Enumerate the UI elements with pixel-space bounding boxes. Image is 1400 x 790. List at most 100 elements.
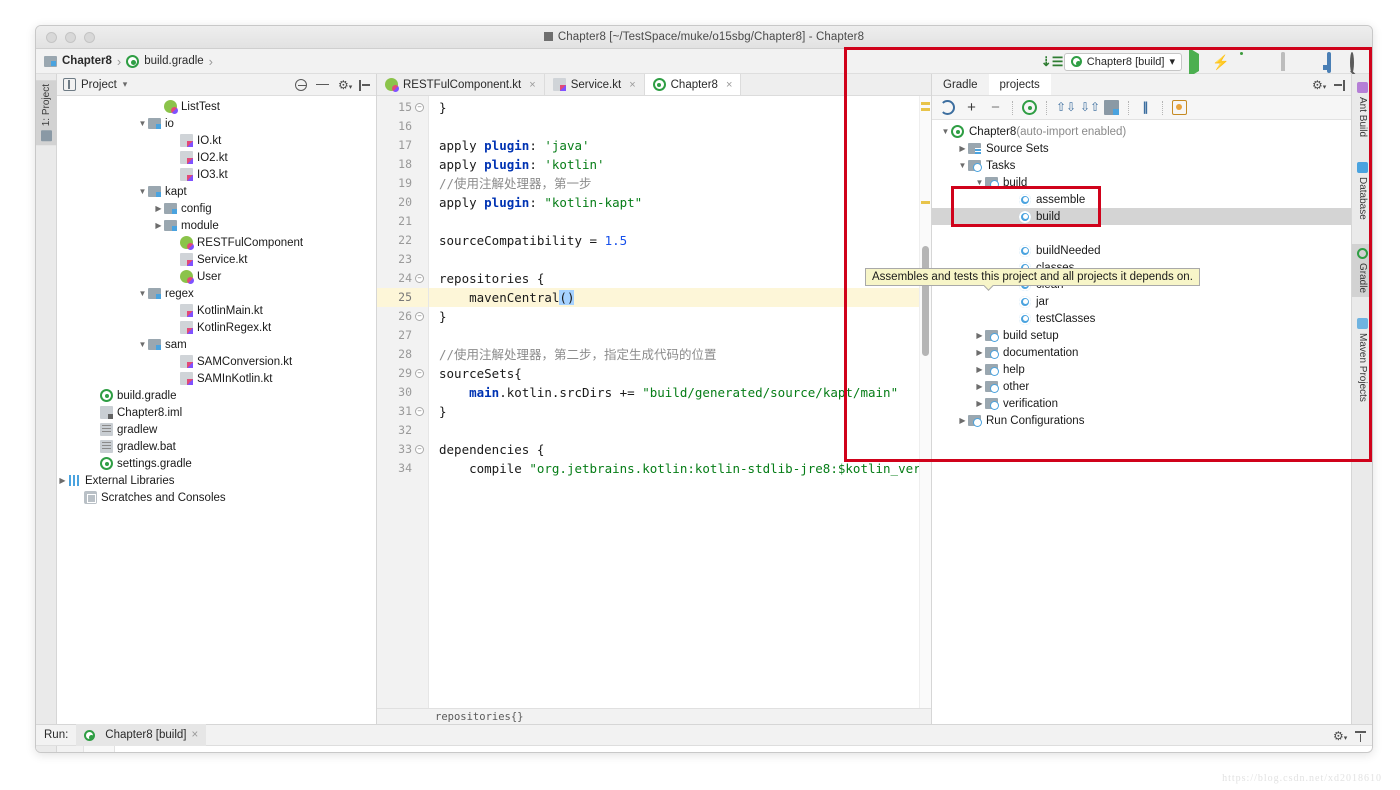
gutter-line-number[interactable]: 34 — [377, 459, 428, 478]
tree-item-module[interactable]: ▶ module — [57, 217, 376, 234]
collapse-all-icon[interactable] — [295, 79, 307, 91]
tree-item-listtest[interactable]: ListTest — [57, 98, 376, 115]
tree-item-io[interactable]: ▼ io — [57, 115, 376, 132]
gutter-line-number[interactable]: 27 — [377, 326, 428, 345]
tree-item-kotlinmain-kt[interactable]: KotlinMain.kt — [57, 302, 376, 319]
code-line[interactable]: apply plugin: 'java' — [429, 136, 919, 155]
editor-tab-service-kt[interactable]: Service.kt × — [544, 74, 645, 95]
gradle-tree-item-build[interactable]: build — [932, 208, 1351, 225]
fold-toggle-icon[interactable]: − — [415, 274, 424, 283]
fold-toggle-icon[interactable]: − — [415, 312, 424, 321]
gutter-line-number[interactable]: 28 — [377, 345, 428, 364]
tree-item-gradlew-bat[interactable]: gradlew.bat — [57, 438, 376, 455]
editor-scrollbar-thumb[interactable] — [922, 246, 929, 356]
settings-gear-icon[interactable]: ⚙▾ — [338, 79, 352, 91]
coverage-icon[interactable] — [1258, 54, 1274, 70]
code-line[interactable] — [429, 117, 919, 136]
gutter-line-number[interactable]: 33− — [377, 440, 428, 459]
code-line[interactable]: } — [429, 307, 919, 326]
sidebar-item-structure[interactable]: 7: Structure — [36, 752, 57, 753]
code-line[interactable]: sourceSets{ — [429, 364, 919, 383]
tree-item-settings-gradle[interactable]: settings.gradle — [57, 455, 376, 472]
gutter-line-number[interactable]: 24− — [377, 269, 428, 288]
expand-arrow-icon[interactable]: ▶ — [974, 399, 985, 408]
gradle-tree-item-run-configurations[interactable]: ▶ Run Configurations — [932, 412, 1351, 429]
execute-task-icon[interactable] — [1172, 100, 1187, 115]
breadcrumb-project[interactable]: Chapter8 — [62, 55, 112, 67]
remove-icon[interactable]: − — [988, 100, 1003, 115]
code-line[interactable]: compile "org.jetbrains.kotlin:kotlin-std… — [429, 459, 919, 478]
search-icon[interactable] — [1350, 51, 1366, 73]
fold-toggle-icon[interactable]: − — [415, 103, 424, 112]
close-icon[interactable]: × — [529, 79, 535, 91]
expand-arrow-icon[interactable]: ▶ — [974, 382, 985, 391]
expand-arrow-icon[interactable]: ▶ — [957, 416, 968, 425]
fold-toggle-icon[interactable]: − — [415, 407, 424, 416]
collapse-arrow-icon[interactable]: ▼ — [137, 340, 148, 349]
code-line[interactable]: dependencies { — [429, 440, 919, 459]
collapse-arrow-icon[interactable]: ▼ — [957, 161, 968, 170]
rerun-icon[interactable] — [62, 752, 79, 753]
editor-tab-restfulcomponent-kt[interactable]: RESTFulComponent.kt × — [377, 74, 545, 95]
tree-item-io-kt[interactable]: IO.kt — [57, 132, 376, 149]
sidebar-item-database[interactable]: Database — [1352, 158, 1372, 224]
gradle-tree-item-jar[interactable]: jar — [932, 293, 1351, 310]
layout-icon[interactable] — [1327, 51, 1343, 73]
chevron-down-icon[interactable]: ▾ — [123, 79, 128, 90]
gradle-tree[interactable]: ▼ Chapter8 (auto-import enabled) ▶ Source S… — [932, 120, 1351, 724]
code-line[interactable]: main.kotlin.srcDirs += "build/generated/… — [429, 383, 919, 402]
gradle-tree-item-other[interactable]: ▶ other — [932, 378, 1351, 395]
tree-item-io3-kt[interactable]: IO3.kt — [57, 166, 376, 183]
gutter-line-number[interactable]: 21 — [377, 212, 428, 231]
code-line[interactable]: apply plugin: "kotlin-kapt" — [429, 193, 919, 212]
code-line[interactable]: repositories { — [429, 269, 919, 288]
attach-icon[interactable] — [1022, 100, 1037, 115]
close-icon[interactable]: × — [726, 79, 732, 91]
run-icon[interactable] — [1189, 47, 1205, 77]
tree-item-samconversion-kt[interactable]: SAMConversion.kt — [57, 353, 376, 370]
tab-projects[interactable]: projects — [988, 74, 1051, 95]
tree-item-scratches-and-consoles[interactable]: Scratches and Consoles — [57, 489, 376, 506]
close-icon[interactable]: × — [192, 729, 199, 741]
gradle-tree-item-help[interactable]: ▶ help — [932, 361, 1351, 378]
gutter-line-number[interactable]: 29− — [377, 364, 428, 383]
expand-arrow-icon[interactable]: ▶ — [974, 348, 985, 357]
code-line[interactable] — [429, 212, 919, 231]
gradle-tree-item-verification[interactable]: ▶ verification — [932, 395, 1351, 412]
gradle-tree-item-assemble[interactable]: assemble — [932, 191, 1351, 208]
stop-icon[interactable] — [1304, 54, 1320, 70]
collapse-arrow-icon[interactable]: ▼ — [974, 178, 985, 187]
run-tab-chapter8-build[interactable]: Chapter8 [build] × — [76, 724, 207, 746]
hide-icon[interactable] — [359, 79, 370, 91]
gutter-line-number[interactable]: 15− — [377, 98, 428, 117]
expand-all-icon[interactable]: ⇧⇩ — [1056, 100, 1076, 115]
collapse-arrow-icon[interactable]: ▼ — [137, 187, 148, 196]
tree-item-chapter8-iml[interactable]: Chapter8.iml — [57, 404, 376, 421]
gradle-tree-item-chapter8[interactable]: ▼ Chapter8 (auto-import enabled) — [932, 123, 1351, 140]
gutter-line-number[interactable]: 17 — [377, 136, 428, 155]
console-output[interactable]: :testClasses UP-TO-DATE:test UP-TO-DATE:… — [115, 746, 1372, 752]
tree-item-regex[interactable]: ▼ regex — [57, 285, 376, 302]
bolt-icon[interactable]: ⚡ — [1212, 54, 1229, 70]
close-icon[interactable]: × — [629, 79, 635, 91]
collapse-all-icon[interactable]: ⇩⇧ — [1080, 100, 1100, 115]
gutter-line-number[interactable]: 32 — [377, 421, 428, 440]
code-line[interactable]: mavenCentral() — [429, 288, 919, 307]
gutter-line-number[interactable]: 16 — [377, 117, 428, 136]
show-modules-icon[interactable] — [1104, 100, 1119, 115]
editor-tab-bar[interactable]: RESTFulComponent.kt × Service.kt × Chapter8 × — [377, 74, 931, 96]
gutter-line-number[interactable]: 19 — [377, 174, 428, 193]
tree-item-io2-kt[interactable]: IO2.kt — [57, 149, 376, 166]
tree-item-external-libraries[interactable]: ▶ External Libraries — [57, 472, 376, 489]
gradle-tree-item-source-sets[interactable]: ▶ Source Sets — [932, 140, 1351, 157]
expand-arrow-icon[interactable]: ▶ — [57, 476, 68, 485]
editor-gutter[interactable]: 15−16 17 18 19 20 21 22 23 24−25 26−27 28 29−30 31−3… — [377, 96, 429, 708]
tree-item-user[interactable]: User — [57, 268, 376, 285]
expand-arrow-icon[interactable]: ▶ — [153, 221, 164, 230]
gradle-tree-item-build[interactable]: ▼ build — [932, 174, 1351, 191]
code-line[interactable]: } — [429, 402, 919, 421]
collapse-arrow-icon[interactable]: ▼ — [137, 119, 148, 128]
scroll-up-icon[interactable]: ⇧ — [91, 752, 108, 753]
expand-arrow-icon[interactable]: ▶ — [957, 144, 968, 153]
tree-item-config[interactable]: ▶ config — [57, 200, 376, 217]
